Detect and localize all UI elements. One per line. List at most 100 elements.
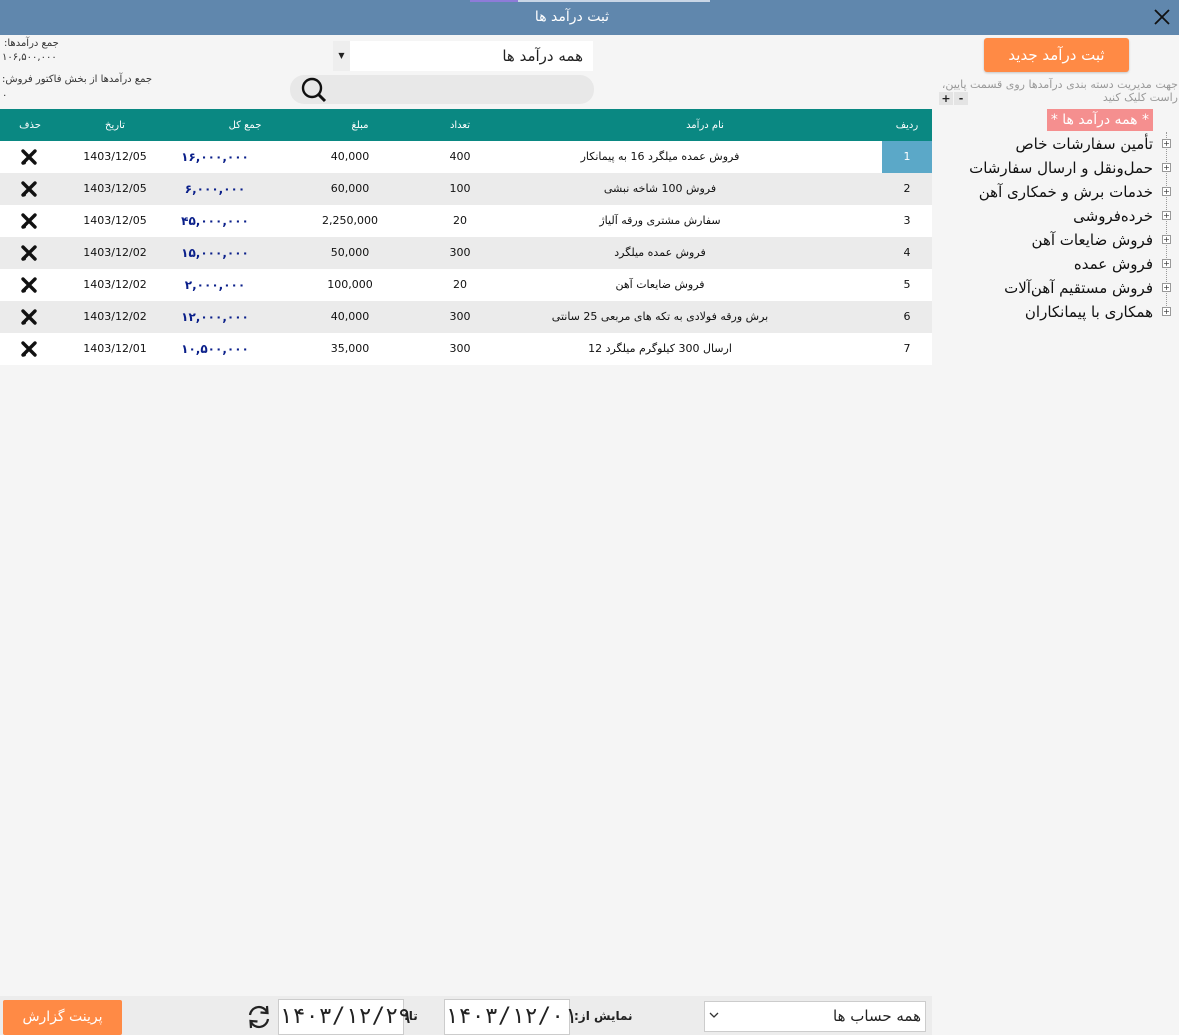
col-header-qty[interactable]: تعداد (410, 109, 510, 141)
delete-icon[interactable] (12, 269, 46, 301)
tree-node[interactable]: فروش ضایعات آهن (1032, 228, 1153, 252)
row-date: 1403/12/02 (83, 278, 147, 291)
row-amount: 100,000 (327, 278, 373, 291)
to-date-label: تا: (404, 1009, 418, 1023)
row-total: ۲,۰۰۰,۰۰۰ (184, 278, 246, 292)
col-header-num[interactable]: ردیف (882, 109, 932, 141)
tree-expand-icon[interactable]: + (1162, 235, 1171, 244)
row-date: 1403/12/05 (83, 150, 147, 163)
delete-icon[interactable] (12, 205, 46, 237)
expand-all-button[interactable]: + (939, 92, 953, 105)
row-number: 5 (903, 278, 911, 291)
col-header-date[interactable]: تاریخ (60, 109, 170, 141)
row-title: فروش عمده میلگرد (614, 246, 706, 259)
table-row[interactable]: 2 فروش 100 شاخه نبشی 100 60,000 ۶,۰۰۰,۰۰… (0, 173, 932, 205)
tree-expand-icon[interactable]: + (1162, 283, 1171, 292)
window-title: ثبت درآمد ها (534, 9, 610, 25)
table-row[interactable]: 7 ارسال 300 کیلوگرم میلگرد 12 300 35,000… (0, 333, 932, 365)
table-row[interactable]: 1 فروش عمده میلگرد 16 به پیمانکار 400 40… (0, 141, 932, 173)
search-icon[interactable] (294, 76, 328, 104)
row-qty: 300 (449, 246, 471, 259)
tree-expand-icon[interactable]: + (1162, 139, 1171, 148)
row-total: ۱۲,۰۰۰,۰۰۰ (181, 310, 249, 324)
tree-root-all-income[interactable]: * همه درآمد ها * (1046, 109, 1153, 131)
tree-node[interactable]: همکاری با پیمانکاران (1025, 300, 1153, 324)
row-amount: 35,000 (330, 342, 370, 355)
row-title: برش ورقه فولادی به تکه های مربعی 25 سانت… (551, 310, 769, 323)
category-filter-select[interactable]: ▼ همه درآمد ها (333, 41, 593, 71)
dropdown-arrow-icon[interactable]: ▼ (333, 41, 350, 71)
from-date-label: نمایش از: (574, 1009, 633, 1023)
tree-expand-icon[interactable]: + (1162, 307, 1171, 316)
row-number: 1 (882, 141, 932, 173)
tree-expand-icon[interactable]: + (1162, 187, 1171, 196)
row-total: ۴۵,۰۰۰,۰۰۰ (181, 214, 249, 228)
row-title: فروش عمده میلگرد 16 به پیمانکار (580, 150, 740, 163)
col-header-total[interactable]: جمع کل (170, 109, 320, 141)
row-number: 3 (903, 214, 911, 227)
delete-icon[interactable] (12, 237, 46, 269)
chevron-down-icon[interactable] (707, 1002, 721, 1031)
row-number: 6 (903, 310, 911, 323)
category-tree: * همه درآمد ها * تأمین سفارشات خاص + حمل… (960, 108, 1175, 328)
tree-node[interactable]: حمل‌ونقل و ارسال سفارشات (969, 156, 1153, 180)
delete-icon[interactable] (12, 173, 46, 205)
account-select[interactable]: همه حساب ها (704, 1001, 926, 1032)
table-row[interactable]: 5 فروش ضایعات آهن 20 100,000 ۲,۰۰۰,۰۰۰ 1… (0, 269, 932, 301)
tree-expand-icon[interactable]: + (1162, 259, 1171, 268)
row-title: فروش ضایعات آهن (615, 278, 705, 291)
row-title: ارسال 300 کیلوگرم میلگرد 12 (588, 342, 732, 355)
row-date: 1403/12/02 (83, 246, 147, 259)
from-date-input[interactable]: ۱۴۰۳/۱۲/۰۱ (444, 999, 577, 1035)
row-qty: 20 (453, 214, 467, 227)
row-date: 1403/12/01 (83, 342, 147, 355)
table-row[interactable]: 4 فروش عمده میلگرد 300 50,000 ۱۵,۰۰۰,۰۰۰… (0, 237, 932, 269)
delete-icon[interactable] (12, 301, 46, 333)
invoice-income-value: ۰ (2, 90, 8, 101)
tree-node[interactable]: فروش مستقیم آهن‌آلات (1004, 276, 1153, 300)
row-title: فروش 100 شاخه نبشی (603, 182, 717, 195)
tree-expand-icon[interactable]: + (1162, 163, 1171, 172)
row-number: 2 (903, 182, 911, 195)
close-icon[interactable] (1149, 4, 1175, 30)
total-income-label: جمع درآمدها: (4, 38, 59, 49)
tree-node[interactable]: خرده‌فروشی (1073, 204, 1153, 228)
tree-node[interactable]: خدمات برش و خمکاری آهن (979, 180, 1153, 204)
row-total: ۱۰,۵۰۰,۰۰۰ (181, 342, 249, 356)
col-header-title[interactable]: نام درآمد (540, 109, 870, 141)
row-number: 4 (903, 246, 911, 259)
income-table: ردیف نام درآمد تعداد مبلغ جمع کل تاریخ ح… (0, 109, 932, 996)
delete-icon[interactable] (12, 333, 46, 365)
refresh-icon[interactable] (244, 1003, 274, 1031)
row-qty: 20 (453, 278, 467, 291)
collapse-all-button[interactable]: - (954, 92, 968, 105)
table-row[interactable]: 3 سفارش مشتری ورقه آلیاژ 20 2,250,000 ۴۵… (0, 205, 932, 237)
to-date-input[interactable]: ۱۴۰۳/۱۲/۲۹ (278, 999, 411, 1035)
table-header: ردیف نام درآمد تعداد مبلغ جمع کل تاریخ ح… (0, 109, 932, 141)
row-total: ۱۵,۰۰۰,۰۰۰ (181, 246, 249, 260)
row-amount: 50,000 (330, 246, 370, 259)
tree-expand-icon[interactable]: + (1162, 211, 1171, 220)
tree-node[interactable]: فروش عمده (1074, 252, 1153, 276)
print-report-button[interactable]: پرینت گزارش (3, 1000, 122, 1035)
row-qty: 400 (449, 150, 471, 163)
tree-hint-text: جهت مدیریت دسته بندی درآمدها روی قسمت پا… (941, 78, 1178, 104)
row-total: ۶,۰۰۰,۰۰۰ (184, 182, 246, 196)
table-row[interactable]: 6 برش ورقه فولادی به تکه های مربعی 25 سا… (0, 301, 932, 333)
search-box (290, 75, 594, 104)
tree-node[interactable]: تأمین سفارشات خاص (1016, 132, 1153, 156)
delete-icon[interactable] (12, 141, 46, 173)
row-date: 1403/12/05 (83, 182, 147, 195)
col-header-delete: حذف (19, 120, 41, 131)
search-input[interactable] (332, 78, 586, 101)
row-amount: 60,000 (330, 182, 370, 195)
row-qty: 300 (449, 342, 471, 355)
new-income-button[interactable]: ثبت درآمد جدید (984, 38, 1129, 72)
invoice-income-label: جمع درآمدها از بخش فاکتور فروش: (2, 74, 153, 85)
row-date: 1403/12/02 (83, 310, 147, 323)
row-total: ۱۶,۰۰۰,۰۰۰ (181, 150, 249, 164)
row-date: 1403/12/05 (83, 214, 147, 227)
category-filter-value: همه درآمد ها (502, 47, 583, 65)
row-amount: 2,250,000 (322, 214, 378, 227)
row-qty: 300 (449, 310, 471, 323)
